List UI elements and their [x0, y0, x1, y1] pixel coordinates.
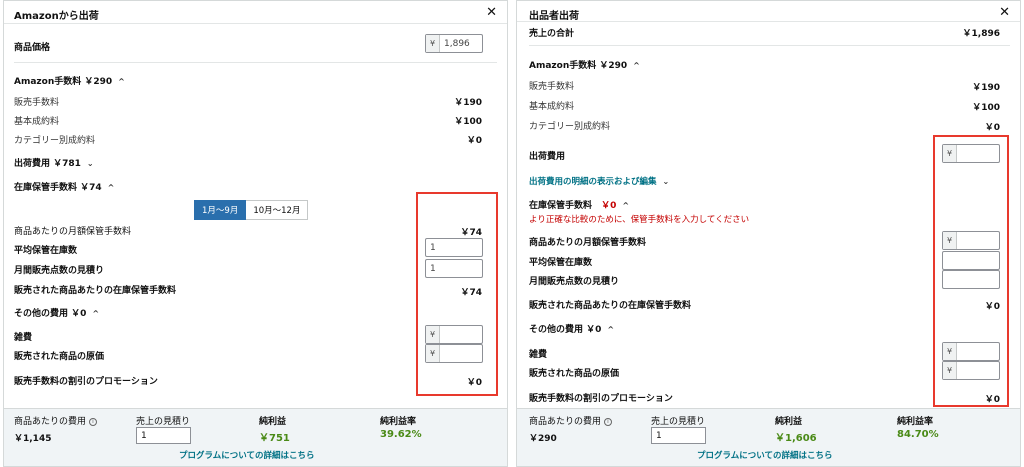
net-profit-value: ￥751 [259, 433, 290, 444]
chevron-up-icon: ^ [92, 309, 100, 318]
net-margin-label: 純利益率 [897, 417, 934, 427]
amazon-fulfillment-panel: Amazonから出荷 ✕ 商品価格 ¥ 1,896 Amazon手数料 ￥290… [3, 0, 508, 467]
other-cost-toggle[interactable]: その他の費用 ￥0 ^ [529, 322, 614, 335]
sales-fee-value: ￥190 [972, 83, 1000, 93]
monthly-sales-label: 月間販売点数の見積り [14, 266, 105, 276]
amazon-fee-toggle[interactable]: Amazon手数料 ￥290 ^ [14, 74, 125, 87]
chevron-down-icon: ⌄ [662, 177, 670, 186]
chevron-up-icon: ^ [118, 77, 125, 86]
misc-cost-label: 雑費 [529, 350, 548, 360]
info-icon[interactable]: i [89, 417, 98, 426]
other-cost-toggle[interactable]: その他の費用 ￥0 ^ [14, 306, 99, 319]
promo-label: 販売手数料の割引のプロモーション [529, 394, 673, 404]
summary-footer: 商品あたりの費用 i ￥290 売上の見積り 1 純利益 ￥1,606 純利益率 … [517, 408, 1020, 466]
net-margin-value: 39.62% [380, 429, 422, 440]
sales-estimate-label: 売上の見積り [651, 417, 706, 427]
monthly-sales-label: 月間販売点数の見積り [529, 277, 620, 287]
sales-estimate-value: 1 [656, 430, 662, 441]
other-cost-header: その他の費用 ￥0 [529, 325, 602, 335]
chevron-down-icon: ⌄ [86, 159, 94, 168]
category-fee-label: カテゴリー別成約料 [14, 136, 96, 146]
shipping-detail-link-text: 出荷費用の明細の表示および編集 [529, 177, 657, 187]
cost-per-item-label: 商品あたりの費用 i [14, 414, 98, 427]
net-profit-label: 純利益 [259, 417, 287, 427]
sales-estimate-value: 1 [141, 430, 147, 441]
monthly-storage-fee-label: 商品あたりの月額保管手数料 [14, 227, 132, 237]
sold-storage-fee-label: 販売された商品あたりの在庫保管手数料 [14, 286, 177, 296]
storage-fee-header: 在庫保管手数料 [529, 201, 593, 211]
highlight-box [416, 192, 498, 396]
chevron-up-icon: ^ [107, 183, 115, 192]
period-oct-dec-button[interactable]: 10月〜12月 [246, 200, 309, 220]
merchant-fulfillment-panel: 出品者出荷 ✕ 売上の合計 ￥1,896 Amazon手数料 ￥290 ^ 販売手… [516, 0, 1021, 467]
highlight-box [933, 135, 1009, 407]
basic-fee-value: ￥100 [454, 117, 482, 127]
category-fee-value: ￥0 [984, 123, 1000, 133]
monthly-storage-fee-label: 商品あたりの月額保管手数料 [529, 238, 647, 248]
price-input[interactable]: ¥ 1,896 [425, 34, 483, 53]
cost-per-item-value: ￥290 [529, 434, 557, 444]
sales-fee-value: ￥190 [454, 98, 482, 108]
net-margin-value: 84.70% [897, 429, 939, 440]
panel-title: 出品者出荷 [529, 11, 579, 22]
storage-fee-toggle[interactable]: 在庫保管手数料 ￥0 ^ [529, 198, 629, 211]
category-fee-value: ￥0 [466, 136, 482, 146]
storage-fee-header: 在庫保管手数料 ￥74 [14, 183, 102, 193]
panel-title: Amazonから出荷 [14, 11, 99, 22]
other-cost-header: その他の費用 ￥0 [14, 309, 87, 319]
price-value: 1,896 [444, 38, 470, 49]
total-sales-value: ￥1,896 [962, 29, 1000, 39]
storage-fee-amount: ￥0 [601, 201, 617, 211]
sales-fee-label: 販売手数料 [14, 98, 60, 108]
sales-estimate-input[interactable]: 1 [651, 427, 706, 444]
program-details-link[interactable]: プログラムについての詳細はこちら [697, 449, 833, 461]
cost-per-item-value: ￥1,145 [14, 434, 52, 444]
chevron-up-icon: ^ [622, 201, 630, 210]
summary-footer: 商品あたりの費用 i ￥1,145 売上の見積り 1 純利益 ￥751 純利益率 … [4, 408, 507, 466]
storage-warning: より正確な比較のために、保管手数料を入力してください [529, 215, 750, 225]
cogs-label: 販売された商品の原価 [529, 369, 620, 379]
shipping-fee-header: 出荷費用 ￥781 [14, 159, 81, 169]
cogs-label: 販売された商品の原価 [14, 352, 105, 362]
info-icon[interactable]: i [604, 417, 613, 426]
divider [14, 62, 497, 63]
shipping-fee-toggle[interactable]: 出荷費用 ￥781 ⌄ [14, 156, 94, 169]
basic-fee-value: ￥100 [972, 103, 1000, 113]
sales-fee-label: 販売手数料 [529, 82, 575, 92]
amazon-fee-header: Amazon手数料 ￥290 [529, 61, 628, 71]
period-toggle: 1月〜9月 10月〜12月 [194, 200, 309, 220]
amazon-fee-toggle[interactable]: Amazon手数料 ￥290 ^ [529, 58, 640, 71]
shipping-detail-link[interactable]: 出荷費用の明細の表示および編集 ⌄ [529, 175, 669, 187]
sales-estimate-label: 売上の見積り [136, 417, 191, 427]
yen-prefix: ¥ [426, 35, 440, 52]
net-profit-value: ￥1,606 [775, 433, 817, 444]
cost-per-item-label: 商品あたりの費用 i [529, 414, 613, 427]
sales-estimate-input[interactable]: 1 [136, 427, 191, 444]
chevron-up-icon: ^ [607, 325, 615, 334]
misc-cost-label: 雑費 [14, 333, 33, 343]
price-label: 商品価格 [14, 43, 51, 53]
basic-fee-label: 基本成約料 [529, 102, 575, 112]
program-details-link[interactable]: プログラムについての詳細はこちら [179, 449, 315, 461]
net-margin-label: 純利益率 [380, 417, 417, 427]
chevron-up-icon: ^ [633, 61, 640, 70]
divider [529, 45, 1010, 46]
close-icon[interactable]: ✕ [486, 5, 497, 20]
amazon-fee-header: Amazon手数料 ￥290 [14, 77, 113, 87]
sold-storage-fee-label: 販売された商品あたりの在庫保管手数料 [529, 301, 692, 311]
divider [4, 23, 507, 24]
period-jan-sep-button[interactable]: 1月〜9月 [194, 200, 247, 220]
net-profit-label: 純利益 [775, 417, 803, 427]
close-icon[interactable]: ✕ [999, 5, 1010, 20]
total-sales-label: 売上の合計 [529, 29, 575, 39]
storage-fee-toggle[interactable]: 在庫保管手数料 ￥74 ^ [14, 180, 114, 193]
promo-label: 販売手数料の割引のプロモーション [14, 377, 158, 387]
avg-stock-label: 平均保管在庫数 [529, 258, 593, 268]
category-fee-label: カテゴリー別成約料 [529, 122, 611, 132]
shipping-fee-label: 出荷費用 [529, 152, 566, 162]
basic-fee-label: 基本成約料 [14, 117, 60, 127]
divider [517, 21, 1020, 22]
avg-stock-label: 平均保管在庫数 [14, 246, 78, 256]
